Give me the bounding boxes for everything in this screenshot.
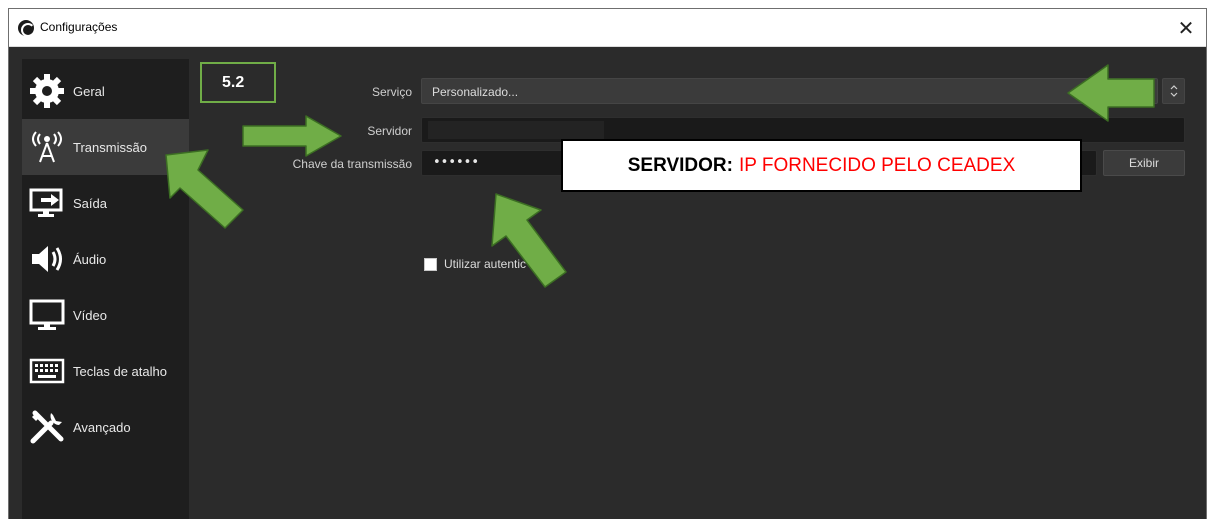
arrow-to-server-field-icon bbox=[242, 115, 342, 157]
callout-prefix: SERVIDOR: bbox=[627, 154, 733, 176]
arrow-to-stream-key-field-icon bbox=[491, 193, 567, 288]
annotation-arrows bbox=[165, 64, 1155, 288]
arrow-to-service-spin-icon bbox=[1067, 64, 1155, 122]
callout-text: IP FORNECIDO PELO CEADEX bbox=[738, 154, 1016, 176]
arrow-to-transmissao-tab-icon bbox=[165, 149, 244, 229]
server-instruction-callout: SERVIDOR: IP FORNECIDO PELO CEADEX bbox=[561, 139, 1082, 192]
